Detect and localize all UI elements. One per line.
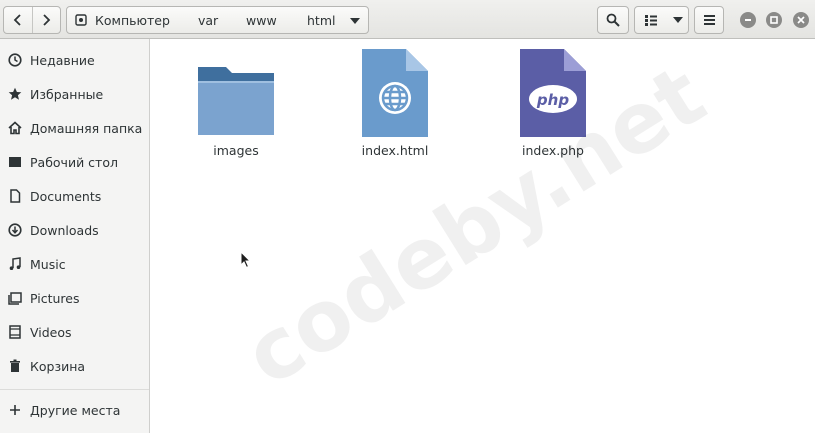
- desktop-icon: [8, 155, 22, 169]
- close-button[interactable]: [793, 12, 809, 28]
- document-icon: [8, 189, 22, 203]
- view-options-dropdown[interactable]: [667, 7, 688, 33]
- sidebar-item-trash[interactable]: Корзина: [0, 351, 149, 381]
- sidebar-item-label: Другие места: [30, 402, 121, 418]
- music-icon: [8, 257, 22, 271]
- sidebar-item-label: Pictures: [30, 290, 80, 306]
- file-view[interactable]: images index.html php index.php: [150, 39, 815, 433]
- chevron-right-icon: [43, 14, 51, 26]
- path-crumb-html[interactable]: html: [307, 13, 335, 28]
- path-crumb-computer[interactable]: Компьютер: [95, 13, 170, 28]
- maximize-button[interactable]: [766, 12, 782, 28]
- caret-down-icon: [672, 17, 683, 23]
- path-crumb-var[interactable]: var: [198, 13, 218, 28]
- file-item-index-html[interactable]: index.html: [340, 49, 450, 158]
- drive-icon: [75, 14, 87, 26]
- sidebar-item-label: Рабочий стол: [30, 154, 118, 170]
- sidebar-item-home[interactable]: Домашняя папка: [0, 113, 149, 143]
- search-icon: [606, 13, 620, 27]
- php-badge-text: php: [536, 91, 569, 109]
- folder-icon: [196, 49, 276, 137]
- back-button[interactable]: [4, 7, 32, 33]
- sidebar-item-other-locations[interactable]: Другие места: [0, 395, 149, 425]
- minimize-button[interactable]: [740, 12, 756, 28]
- sidebar-item-pictures[interactable]: Pictures: [0, 283, 149, 313]
- list-view-icon: [645, 14, 657, 26]
- sidebar-item-videos[interactable]: Videos: [0, 317, 149, 347]
- file-name: index.html: [361, 143, 429, 158]
- sidebar-item-downloads[interactable]: Downloads: [0, 215, 149, 245]
- file-item-index-php[interactable]: php index.php: [498, 49, 608, 158]
- download-icon: [8, 223, 22, 237]
- pictures-icon: [8, 291, 22, 305]
- clock-icon: [8, 53, 22, 67]
- menu-button[interactable]: [694, 6, 724, 34]
- navigation-buttons: [3, 6, 61, 34]
- path-bar[interactable]: Компьютер var www html: [66, 6, 369, 34]
- sidebar-item-label: Домашняя папка: [30, 120, 143, 136]
- plus-icon: [8, 403, 22, 417]
- sidebar-item-desktop[interactable]: Рабочий стол: [0, 147, 149, 177]
- sidebar-item-label: Корзина: [30, 358, 86, 374]
- minimize-icon: [745, 19, 751, 21]
- sidebar: Недавние Избранные Домашняя папка Рабочи…: [0, 39, 150, 433]
- home-icon: [8, 121, 22, 135]
- sidebar-item-label: Недавние: [30, 52, 95, 68]
- close-icon: [797, 16, 805, 24]
- sidebar-item-documents[interactable]: Documents: [0, 181, 149, 211]
- html-file-icon: [355, 49, 435, 137]
- php-file-icon: php: [513, 49, 593, 137]
- video-icon: [8, 325, 22, 339]
- file-name: images: [213, 143, 259, 158]
- view-switcher: [634, 6, 689, 34]
- header-bar: Компьютер var www html: [0, 0, 815, 39]
- sidebar-item-music[interactable]: Music: [0, 249, 149, 279]
- chevron-left-icon: [13, 14, 21, 26]
- sidebar-item-label: Избранные: [30, 86, 104, 102]
- sidebar-item-label: Videos: [30, 324, 72, 340]
- maximize-icon: [770, 16, 778, 24]
- file-name: index.php: [522, 143, 584, 158]
- path-crumb-www[interactable]: www: [246, 13, 277, 28]
- star-icon: [8, 87, 22, 101]
- sidebar-item-label: Documents: [30, 188, 102, 204]
- trash-icon: [8, 359, 22, 373]
- sidebar-separator: [0, 389, 149, 390]
- search-button[interactable]: [597, 6, 629, 34]
- sidebar-item-starred[interactable]: Избранные: [0, 79, 149, 109]
- file-item-images[interactable]: images: [181, 49, 291, 158]
- sidebar-item-recent[interactable]: Недавние: [0, 45, 149, 75]
- view-mode-button[interactable]: [635, 7, 667, 33]
- forward-button[interactable]: [31, 7, 61, 33]
- sidebar-item-label: Downloads: [30, 222, 99, 238]
- sidebar-item-label: Music: [30, 256, 66, 272]
- hamburger-menu-icon: [703, 15, 715, 25]
- caret-down-icon[interactable]: [350, 18, 360, 24]
- mouse-cursor-icon: [240, 251, 252, 269]
